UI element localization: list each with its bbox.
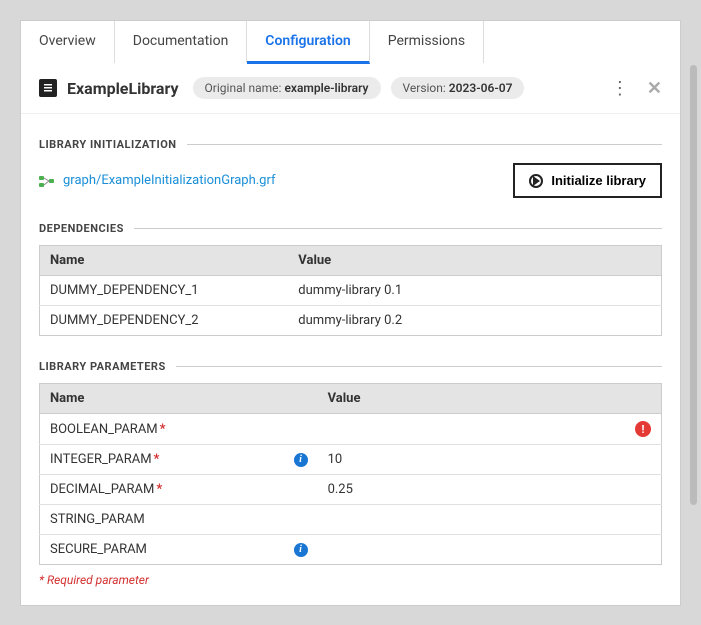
dep-value: dummy-library 0.2 [288,306,661,336]
section-title-deps: DEPENDENCIES [39,222,662,235]
kebab-menu-icon[interactable]: ⋮ [611,78,629,99]
library-icon [39,79,57,97]
section-title-init: LIBRARY INITIALIZATION [39,138,662,151]
param-name: STRING_PARAM [50,512,145,527]
parameters-table: Name Value BOOLEAN_PARAM*!INTEGER_PARAM*… [39,383,662,565]
initialize-library-button[interactable]: Initialize library [513,163,662,198]
section-title-params: LIBRARY PARAMETERS [39,360,662,373]
dep-value: dummy-library 0.1 [288,276,661,306]
param-value[interactable]: 0.25 [318,475,625,505]
param-value[interactable] [318,505,625,535]
params-col-value: Value [318,384,662,414]
tab-overview[interactable]: Overview [21,21,115,63]
tab-permissions[interactable]: Permissions [370,21,484,63]
init-graph-link[interactable]: graph/ExampleInitializationGraph.grf [63,173,276,188]
required-marker: * [160,422,166,437]
info-icon[interactable]: i [294,453,308,467]
version-chip: Version: 2023-06-07 [391,77,525,99]
table-row: DUMMY_DEPENDENCY_2dummy-library 0.2 [40,306,662,336]
param-name: DECIMAL_PARAM [50,482,154,497]
param-name: INTEGER_PARAM [50,452,152,467]
warning-icon[interactable]: ! [635,421,651,437]
graph-icon [39,174,55,188]
table-row[interactable]: SECURE_PARAM i [40,535,662,565]
param-name: BOOLEAN_PARAM [50,422,158,437]
param-name: SECURE_PARAM [50,542,147,557]
tab-documentation[interactable]: Documentation [115,21,248,63]
params-col-name: Name [40,384,318,414]
param-value[interactable] [318,535,625,565]
dep-name: DUMMY_DEPENDENCY_1 [40,276,289,306]
tab-configuration[interactable]: Configuration [247,21,369,64]
play-icon [529,174,543,188]
dependencies-table: Name Value DUMMY_DEPENDENCY_1dummy-libra… [39,245,662,336]
table-row[interactable]: INTEGER_PARAM* i 10 [40,445,662,475]
scrollbar[interactable] [690,65,697,505]
original-name-chip: Original name: example-library [193,77,381,99]
param-value[interactable] [318,414,625,445]
library-header: ExampleLibrary Original name: example-li… [21,63,680,114]
required-marker: * [154,452,160,467]
param-value[interactable]: 10 [318,445,625,475]
required-footnote: * Required parameter [39,573,662,587]
deps-col-value: Value [288,246,661,276]
table-row[interactable]: DECIMAL_PARAM* 0.25 [40,475,662,505]
tab-bar: Overview Documentation Configuration Per… [21,21,680,63]
close-icon[interactable]: ✕ [647,78,662,99]
deps-col-name: Name [40,246,289,276]
table-row[interactable]: STRING_PARAM [40,505,662,535]
table-row: DUMMY_DEPENDENCY_1dummy-library 0.1 [40,276,662,306]
required-marker: * [156,482,162,497]
info-icon[interactable]: i [294,543,308,557]
table-row[interactable]: BOOLEAN_PARAM*! [40,414,662,445]
dep-name: DUMMY_DEPENDENCY_2 [40,306,289,336]
library-name: ExampleLibrary [67,79,179,98]
